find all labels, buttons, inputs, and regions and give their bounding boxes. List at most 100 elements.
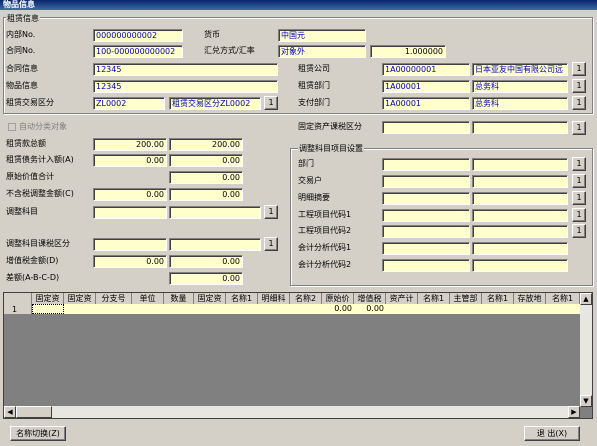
debt-field-2: 0.00	[169, 154, 243, 167]
non-tax-label: 不含税调整金额(C)	[6, 189, 74, 198]
lease-dept-name: 总务科	[472, 80, 568, 93]
pay-dept-code[interactable]: 1A00001	[382, 97, 470, 110]
adj-tax-name	[169, 238, 261, 251]
currency-label: 货币	[204, 30, 220, 39]
vat-field-1[interactable]: 0.00	[93, 255, 167, 268]
lease-company-code[interactable]: 1A00000001	[382, 63, 470, 76]
exchange-method-field[interactable]: 对象外	[278, 45, 366, 58]
lease-type-code[interactable]: ZL0002	[93, 97, 165, 110]
adj-item-label-analysis2: 会计分析代码2	[298, 260, 352, 269]
adj-summary-code[interactable]	[382, 192, 470, 205]
pay-dept-lookup-button[interactable]: 1	[572, 96, 586, 110]
auto-classify-checkbox[interactable]	[8, 123, 16, 131]
lease-dept-code[interactable]: 1A00001	[382, 80, 470, 93]
non-tax-field-1[interactable]: 0.00	[93, 188, 167, 201]
adj-analysis2-code[interactable]	[382, 259, 470, 272]
total-label: 租赁款总额	[6, 139, 46, 148]
grid-header-cell[interactable]: 增值税	[354, 293, 386, 304]
adj-dept-lookup-button[interactable]: 1	[572, 157, 586, 171]
adj-subject-name	[169, 206, 261, 219]
grid-header-cell[interactable]: 明细科	[258, 293, 290, 304]
diff-label: 差额(A-B-C-D)	[6, 273, 60, 282]
adj-dept-code[interactable]	[382, 158, 470, 171]
adj-subject-code[interactable]	[93, 206, 167, 219]
adj-item-label-dept: 部门	[298, 159, 314, 168]
adj-subject-lookup-button[interactable]: 1	[264, 205, 278, 219]
contract-no-label: 合同No.	[6, 46, 36, 55]
grid-header-cell[interactable]: 分支号	[96, 293, 132, 304]
contract-no-field[interactable]: 100-000000000002	[93, 45, 183, 58]
grid-header-cell[interactable]: 数量	[164, 293, 194, 304]
adj-customer-lookup-button[interactable]: 1	[572, 174, 586, 188]
adj-customer-code[interactable]	[382, 175, 470, 188]
fixed-tax-name	[472, 121, 568, 134]
internal-no-field[interactable]: 000000000002	[93, 29, 183, 42]
adj-item-label-summary: 明细摘要	[298, 193, 330, 202]
row-orig-value: 0.00	[334, 304, 352, 313]
lease-company-name: 日本亚友中国有限公司远	[472, 63, 568, 76]
grid-header-cell[interactable]: 名称1	[226, 293, 258, 304]
scroll-left-button[interactable]: ◀	[4, 406, 16, 418]
grid-header-cell[interactable]: 原始价	[322, 293, 354, 304]
total-field-1[interactable]: 200.00	[93, 138, 167, 151]
table-row[interactable]: 0.00 0.00	[32, 304, 582, 314]
adj-project2-name	[472, 225, 568, 238]
currency-field[interactable]: 中国元	[278, 29, 366, 42]
lease-dept-lookup-button[interactable]: 1	[572, 79, 586, 93]
debt-field-1[interactable]: 0.00	[93, 154, 167, 167]
lease-type-lookup-button[interactable]: 1	[264, 96, 278, 110]
scroll-right-button[interactable]: ▶	[568, 406, 580, 418]
item-info-field[interactable]: 12345	[93, 80, 278, 93]
adj-project1-lookup-button[interactable]: 1	[572, 208, 586, 222]
adj-items-title: 调整科目项目设置	[298, 143, 364, 154]
adj-item-label-project1: 工程项目代码1	[298, 210, 352, 219]
adj-project2-lookup-button[interactable]: 1	[572, 224, 586, 238]
grid-header-cell[interactable]: 固定资	[32, 293, 64, 304]
auto-classify-label: 自动分类对象	[19, 122, 67, 131]
lease-dept-label: 租赁部门	[298, 81, 330, 90]
adj-analysis1-code[interactable]	[382, 242, 470, 255]
adj-summary-lookup-button[interactable]: 1	[572, 191, 586, 205]
exchange-label: 汇兑方式/汇率	[204, 46, 255, 55]
grid-header-cell[interactable]: 固定资	[194, 293, 226, 304]
contract-info-field[interactable]: 12345	[93, 63, 278, 76]
horizontal-scrollbar[interactable]: ◀ ▶	[4, 406, 580, 418]
scroll-thumb[interactable]	[16, 406, 52, 418]
adj-tax-code[interactable]	[93, 238, 167, 251]
scroll-down-button[interactable]: ▼	[580, 395, 592, 407]
fixed-tax-label: 固定资产课税区分	[298, 122, 362, 131]
grid-header-cell[interactable]: 固定资	[64, 293, 96, 304]
grid-header-cell[interactable]: 主管部	[450, 293, 482, 304]
grid-header-cell[interactable]: 名称1	[546, 293, 580, 304]
current-cell[interactable]	[32, 304, 64, 314]
asset-grid[interactable]: 固定资 固定资 分支号 单位 数量 固定资 名称1 明细科 名称2 原始价 增值…	[3, 292, 593, 419]
grid-header-cell[interactable]: 资产计	[386, 293, 418, 304]
adj-project2-code[interactable]	[382, 225, 470, 238]
row-number[interactable]: 1	[4, 304, 32, 314]
lease-company-lookup-button[interactable]: 1	[572, 62, 586, 76]
grid-corner	[4, 293, 32, 304]
grid-header-cell[interactable]: 名称1	[482, 293, 514, 304]
total-field-2: 200.00	[169, 138, 243, 151]
adj-tax-lookup-button[interactable]: 1	[264, 237, 278, 251]
exit-button[interactable]: 退 出(X)	[524, 426, 580, 441]
adj-summary-name	[472, 192, 568, 205]
grid-header-cell[interactable]: 存放地	[514, 293, 546, 304]
vertical-scrollbar[interactable]: ▲ ▼	[580, 293, 592, 407]
grid-header-cell[interactable]: 名称1	[418, 293, 450, 304]
row-vat-value: 0.00	[366, 304, 384, 313]
adj-analysis2-name	[472, 259, 568, 272]
adj-project1-code[interactable]	[382, 209, 470, 222]
fixed-tax-lookup-button[interactable]: 1	[572, 121, 586, 135]
exchange-rate-field[interactable]: 1.000000	[370, 45, 446, 58]
switch-name-button[interactable]: 名称切换(Z)	[10, 426, 66, 441]
fixed-tax-code[interactable]	[382, 121, 470, 134]
adj-analysis1-name	[472, 242, 568, 255]
grid-header-cell[interactable]: 单位	[132, 293, 164, 304]
grid-header-cell[interactable]: 名称2	[290, 293, 322, 304]
vat-label: 增值税金额(D)	[6, 256, 59, 265]
scroll-up-button[interactable]: ▲	[580, 293, 592, 305]
adj-project1-name	[472, 209, 568, 222]
non-tax-field-2: 0.00	[169, 188, 243, 201]
orig-total-label: 原始价值合计	[6, 172, 54, 181]
